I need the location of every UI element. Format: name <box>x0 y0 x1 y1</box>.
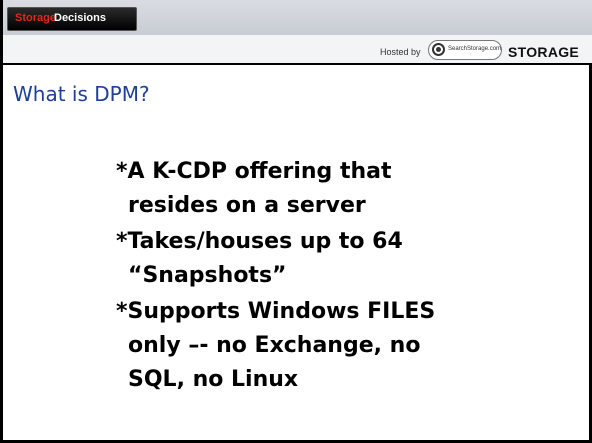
bullet-line: *Supports Windows FILES <box>116 299 436 324</box>
header-band: Storage Decisions <box>3 0 592 35</box>
bullet-line: only –- no Exchange, no <box>128 333 421 358</box>
searchstorage-logo-text: SearchStorage.com <box>448 46 502 52</box>
bullet-line: *A K-CDP offering that <box>116 159 392 184</box>
slide: Storage Decisions Hosted by SearchStorag… <box>0 0 592 443</box>
bullet-item: *Takes/houses up to 64 “Snapshots” <box>116 225 586 293</box>
eye-icon <box>432 43 445 56</box>
bullet-line: *Takes/houses up to 64 <box>116 229 403 254</box>
brand-decisions-text: Decisions <box>54 12 106 24</box>
bullet-item: *Supports Windows FILES only –- no Excha… <box>116 295 586 397</box>
bullet-line: “Snapshots” <box>128 263 287 288</box>
storage-magazine-logo: STORAGE <box>508 44 580 60</box>
bullet-list: *A K-CDP offering that resides on a serv… <box>116 155 586 399</box>
bullet-line: resides on a server <box>128 193 366 218</box>
slide-title: What is DPM? <box>13 82 150 106</box>
hosted-by-strip: Hosted by SearchStorage.com STORAGE <box>3 35 592 65</box>
bullet-item: *A K-CDP offering that resides on a serv… <box>116 155 586 223</box>
brand-storage-text: Storage <box>15 12 56 24</box>
searchstorage-logo: SearchStorage.com <box>428 40 502 60</box>
storage-decisions-logo: Storage Decisions <box>7 7 137 31</box>
bullet-line: SQL, no Linux <box>128 367 299 392</box>
hosted-by-label: Hosted by <box>380 47 421 57</box>
